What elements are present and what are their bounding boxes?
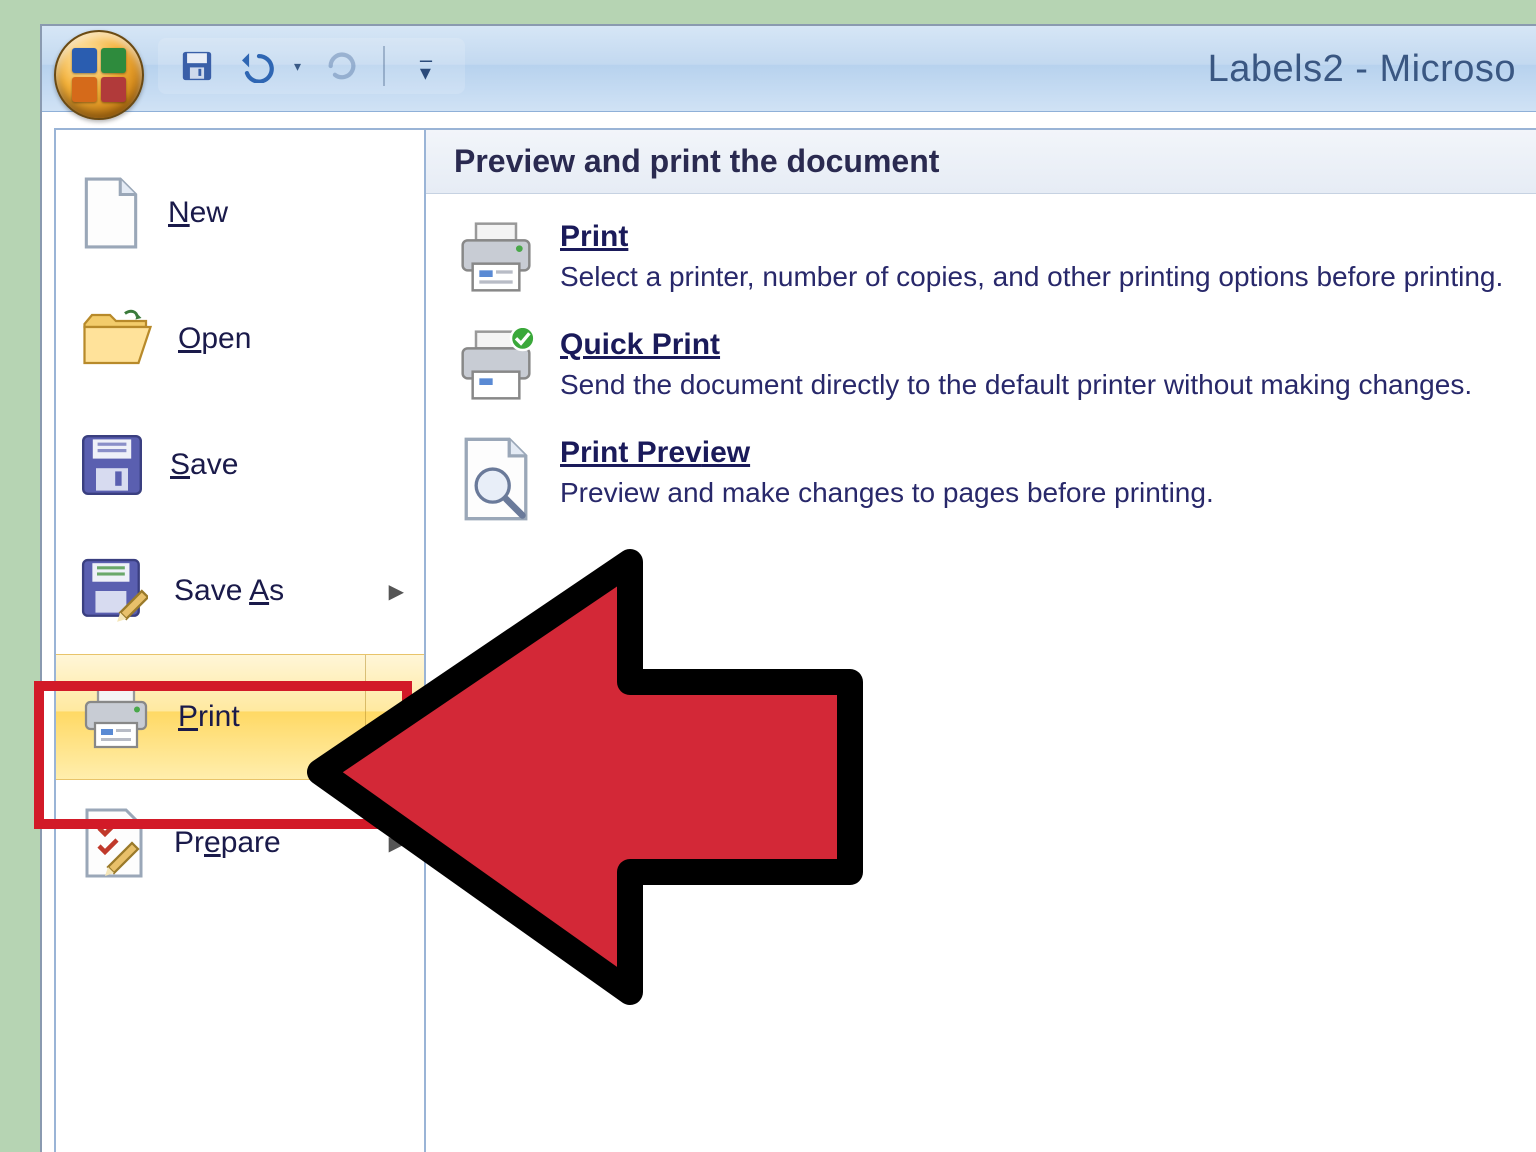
panel-header: Preview and print the document xyxy=(426,130,1536,194)
menu-item-label: Save As xyxy=(174,574,284,608)
prepare-icon xyxy=(80,807,148,879)
redo-icon[interactable] xyxy=(321,45,363,87)
save-as-icon xyxy=(80,557,148,625)
print-option-preview[interactable]: Print Preview Preview and make changes t… xyxy=(450,426,1512,526)
quick-print-icon xyxy=(456,328,536,408)
print-option-quick-print[interactable]: Quick Print Send the document directly t… xyxy=(450,318,1512,418)
submenu-arrow-icon: ▶ xyxy=(389,831,404,856)
office-menu: New Open Save Save As ▶ xyxy=(54,128,1536,1152)
quick-access-toolbar: ▾ –▾ xyxy=(158,38,465,94)
menu-item-label: New xyxy=(168,196,228,230)
qat-separator xyxy=(383,46,385,86)
titlebar: ▾ –▾ Labels2 - Microso xyxy=(42,26,1536,112)
undo-icon[interactable] xyxy=(238,45,280,87)
printer-icon xyxy=(80,684,152,750)
printer-icon xyxy=(456,220,536,300)
menu-item-label: Open xyxy=(178,322,251,356)
print-options-list: Print Select a printer, number of copies… xyxy=(426,194,1536,542)
open-folder-icon xyxy=(80,308,152,370)
menu-item-new[interactable]: New xyxy=(56,150,424,276)
save-icon[interactable] xyxy=(176,45,218,87)
print-preview-icon xyxy=(456,436,536,516)
print-option-print[interactable]: Print Select a printer, number of copies… xyxy=(450,210,1512,310)
menu-item-print[interactable]: Print ▶ xyxy=(56,654,424,780)
menu-item-label: Print xyxy=(178,700,240,734)
save-floppy-icon xyxy=(80,433,144,497)
print-option-title: Print xyxy=(560,220,1506,254)
submenu-arrow-icon: ▶ xyxy=(389,705,404,730)
menu-right-pane: Preview and print the document Print Sel… xyxy=(426,130,1536,1152)
undo-dropdown-icon[interactable]: ▾ xyxy=(294,58,301,75)
window-title: Labels2 - Microso xyxy=(1208,48,1516,91)
menu-item-save[interactable]: Save xyxy=(56,402,424,528)
office-logo-icon xyxy=(72,48,126,102)
menu-item-label: Prepare xyxy=(174,826,281,860)
submenu-arrow-icon: ▶ xyxy=(389,579,404,604)
window-frame: ▾ –▾ Labels2 - Microso New xyxy=(40,24,1536,1152)
menu-item-label: Save xyxy=(170,448,238,482)
office-button[interactable] xyxy=(54,30,144,120)
print-option-desc: Send the document directly to the defaul… xyxy=(560,366,1506,404)
print-option-title: Print Preview xyxy=(560,436,1506,470)
print-option-desc: Preview and make changes to pages before… xyxy=(560,474,1506,512)
menu-item-open[interactable]: Open xyxy=(56,276,424,402)
print-option-title: Quick Print xyxy=(560,328,1506,362)
customize-qat-icon[interactable]: –▾ xyxy=(405,45,447,87)
menu-item-prepare[interactable]: Prepare ▶ xyxy=(56,780,424,906)
menu-left-pane: New Open Save Save As ▶ xyxy=(56,130,426,1152)
menu-item-save-as[interactable]: Save As ▶ xyxy=(56,528,424,654)
print-option-desc: Select a printer, number of copies, and … xyxy=(560,258,1506,296)
new-document-icon xyxy=(80,176,142,250)
